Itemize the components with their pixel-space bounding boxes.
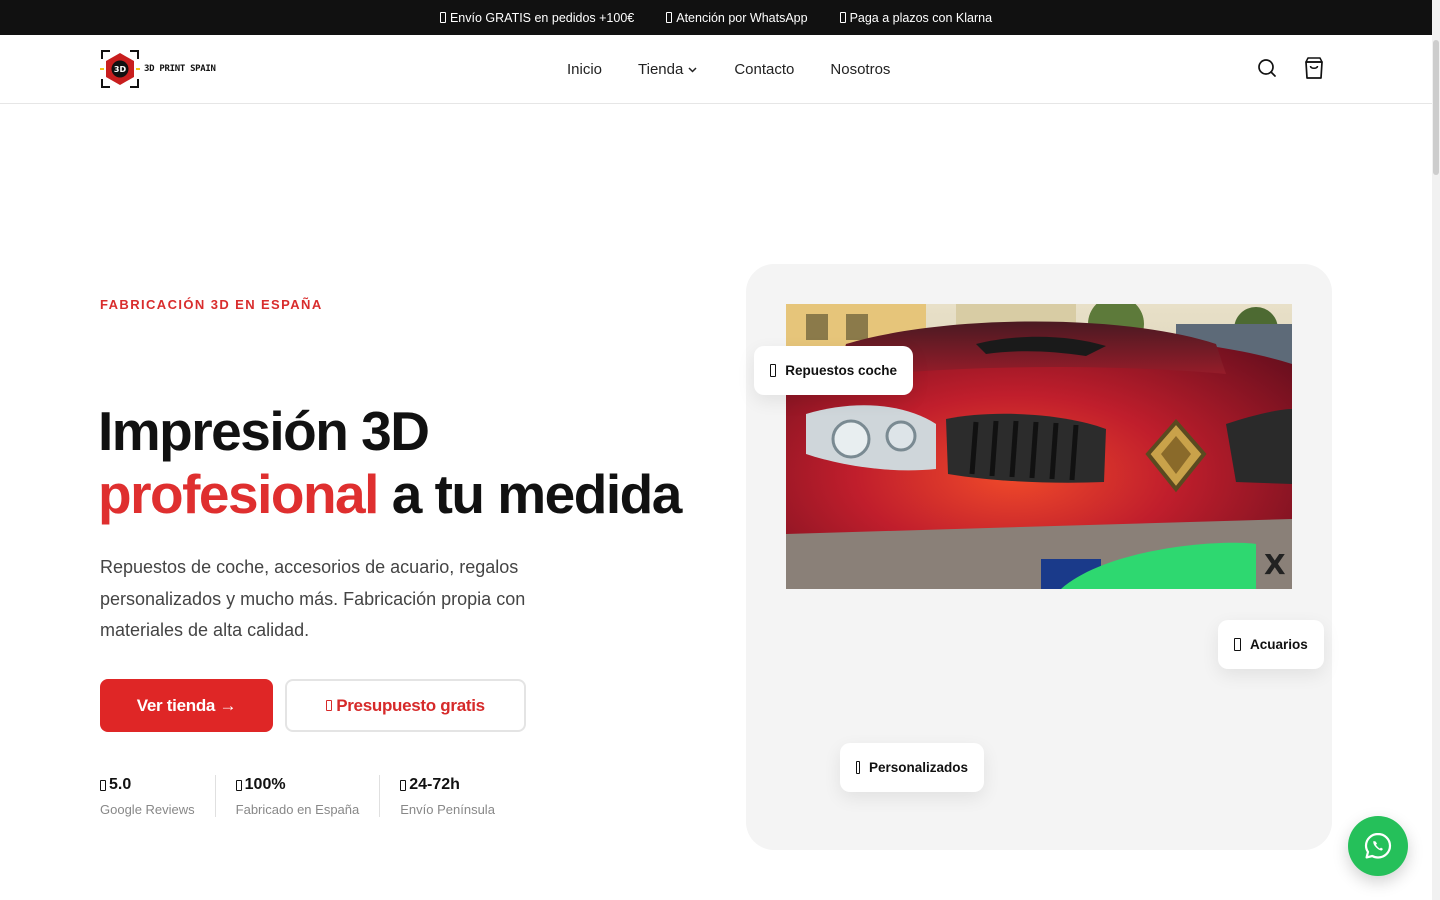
truck-icon bbox=[439, 12, 446, 23]
chat-icon bbox=[666, 12, 673, 23]
whatsapp-button[interactable] bbox=[1348, 816, 1408, 876]
star-icon bbox=[100, 779, 106, 791]
scrollbar-thumb[interactable] bbox=[1433, 40, 1439, 175]
stat-reviews: 5.0 Google Reviews bbox=[100, 775, 216, 817]
card-icon bbox=[839, 12, 846, 23]
clock-icon bbox=[400, 779, 407, 791]
headline-rest: a tu medida bbox=[377, 463, 683, 525]
announcement-text: Atención por WhatsApp bbox=[676, 10, 808, 25]
gift-icon bbox=[856, 761, 860, 774]
stat-made-in-spain: 100% Fabricado en España bbox=[235, 775, 381, 817]
announcement-free-shipping: Envío GRATIS en pedidos +100€ bbox=[439, 10, 635, 25]
chip-car-parts[interactable]: Repuestos coche bbox=[754, 346, 913, 395]
chevron-down-icon bbox=[688, 66, 697, 73]
quote-icon bbox=[326, 700, 333, 711]
cart-icon[interactable] bbox=[1302, 55, 1326, 86]
logo-text: 3D PRINT SPAIN bbox=[144, 64, 216, 74]
announcement-text: Envío GRATIS en pedidos +100€ bbox=[449, 10, 635, 25]
stat-label: Fabricado en España bbox=[235, 802, 360, 817]
stat-label: Google Reviews bbox=[100, 802, 195, 817]
hero-stats: 5.0 Google Reviews 100% Fabricado en Esp… bbox=[100, 775, 535, 817]
chip-label: Personalizados bbox=[868, 760, 968, 775]
nav-label: Nosotros bbox=[830, 60, 891, 78]
stat-value: 24-72h bbox=[409, 776, 460, 793]
headline-line-1: Impresión 3D bbox=[98, 400, 430, 462]
nav-label: Contacto bbox=[734, 60, 795, 78]
free-quote-button[interactable]: Presupuesto gratis bbox=[285, 679, 526, 732]
nav-item-tienda[interactable]: Tienda bbox=[638, 61, 698, 78]
stat-shipping: 24-72h Envío Península bbox=[400, 775, 515, 817]
chip-aquariums[interactable]: Acuarios bbox=[1218, 620, 1324, 669]
announcement-whatsapp: Atención por WhatsApp bbox=[666, 10, 808, 25]
chip-personalized[interactable]: Personalizados bbox=[840, 743, 984, 792]
announcement-bar: Envío GRATIS en pedidos +100€ Atención p… bbox=[0, 0, 1432, 35]
announcement-text: Paga a plazos con Klarna bbox=[849, 10, 993, 25]
stat-value: 5.0 bbox=[109, 776, 132, 793]
stat-label: Envío Península bbox=[400, 802, 495, 817]
header-actions bbox=[1256, 55, 1326, 86]
nav-item-nosotros[interactable]: Nosotros bbox=[830, 61, 890, 78]
nav-label: Tienda bbox=[638, 60, 684, 78]
flag-icon bbox=[235, 779, 242, 791]
logo[interactable]: 3D 3D PRINT SPAIN bbox=[100, 49, 216, 89]
nav-item-contacto[interactable]: Contacto bbox=[734, 61, 794, 78]
announcement-klarna: Paga a plazos con Klarna bbox=[839, 10, 993, 25]
free-quote-label: Presupuesto gratis bbox=[336, 695, 485, 715]
nav-item-inicio[interactable]: Inicio bbox=[567, 61, 602, 78]
chip-label: Acuarios bbox=[1250, 637, 1308, 652]
view-shop-button[interactable]: Ver tienda → bbox=[100, 679, 273, 732]
main-nav: Inicio Tienda Contacto Nosotros bbox=[567, 35, 890, 103]
stat-value: 100% bbox=[244, 776, 286, 793]
svg-text:X: X bbox=[1264, 548, 1286, 581]
hero-eyebrow: FABRICACIÓN 3D EN ESPAÑA bbox=[100, 297, 323, 312]
page-scrollbar[interactable] bbox=[1432, 0, 1440, 900]
chip-label: Repuestos coche bbox=[785, 363, 897, 378]
nav-label: Inicio bbox=[567, 60, 603, 78]
site-header: 3D 3D PRINT SPAIN Inicio Tienda Contacto… bbox=[0, 35, 1432, 104]
search-icon[interactable] bbox=[1256, 57, 1278, 84]
headline-accent: profesional bbox=[98, 463, 379, 525]
whatsapp-icon bbox=[1364, 832, 1392, 859]
logo-mark-text: 3D bbox=[114, 65, 127, 74]
hero-headline: Impresión 3D profesional a tu medida bbox=[98, 400, 683, 526]
hero-description: Repuestos de coche, accesorios de acuari… bbox=[100, 557, 526, 640]
fish-icon bbox=[1234, 638, 1241, 651]
logo-mark-icon: 3D bbox=[100, 49, 140, 89]
car-icon bbox=[770, 364, 777, 377]
